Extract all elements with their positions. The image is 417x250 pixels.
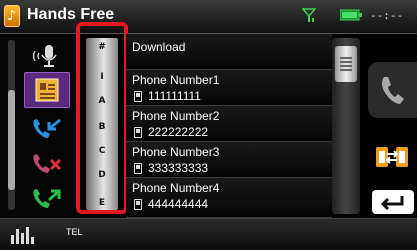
mobile-phone-icon (134, 199, 142, 210)
contact-number: 111111111 (148, 89, 201, 103)
music-note-icon (4, 5, 20, 27)
transfer-button[interactable] (372, 140, 412, 174)
call-handset-icon (381, 77, 404, 104)
signal-strength-icon (302, 8, 316, 22)
voice-recognition-icon (32, 45, 57, 67)
list-scrollbar[interactable] (332, 38, 360, 214)
contact-number: 222222222 (148, 125, 209, 139)
clock: --:-- (370, 9, 404, 22)
incoming-call-icon (33, 118, 61, 138)
footer-bar: TEL (0, 218, 417, 250)
phonebook-icon (35, 78, 59, 102)
mobile-phone-icon (134, 91, 142, 102)
contact-name: Phone Number1 (132, 73, 220, 87)
phonebook-list: Download Phone Number1 111111111 Phone N… (126, 34, 332, 218)
left-scrollbar-thumb[interactable] (8, 90, 15, 190)
contact-name: Phone Number3 (132, 145, 220, 159)
mobile-phone-icon (134, 163, 142, 174)
left-scrollbar[interactable] (8, 40, 15, 210)
list-item[interactable]: Phone Number2 222222222 (126, 106, 332, 142)
contact-name: Phone Number2 (132, 109, 220, 123)
contact-number: 333333333 (148, 161, 209, 175)
mobile-phone-icon (134, 127, 142, 138)
list-item[interactable]: Phone Number3 333333333 (126, 142, 332, 178)
back-button[interactable] (372, 190, 414, 214)
outgoing-calls-button[interactable] (24, 180, 70, 216)
phonebook-button[interactable] (24, 72, 70, 108)
download-row[interactable]: Download (126, 34, 332, 70)
source-label: TEL (66, 227, 83, 237)
list-scrollbar-thumb[interactable] (335, 46, 357, 82)
download-label: Download (132, 40, 186, 54)
back-arrow-icon (380, 196, 404, 211)
voice-recognition-button[interactable] (24, 38, 70, 74)
header-bar: Hands Free --:-- (0, 0, 417, 34)
battery-icon (340, 9, 362, 21)
equalizer-icon[interactable] (10, 225, 38, 245)
call-button[interactable] (368, 62, 417, 118)
incoming-calls-button[interactable] (24, 110, 70, 146)
transfer-icon (376, 147, 408, 167)
contact-name: Phone Number4 (132, 181, 220, 195)
missed-call-icon (33, 154, 62, 173)
outgoing-call-icon (33, 189, 61, 208)
contact-number: 444444444 (148, 197, 209, 211)
missed-calls-button[interactable] (24, 145, 70, 181)
list-item[interactable]: Phone Number1 111111111 (126, 70, 332, 106)
list-item[interactable]: Phone Number4 444444444 (126, 178, 332, 218)
index-highlight-frame (76, 22, 128, 214)
